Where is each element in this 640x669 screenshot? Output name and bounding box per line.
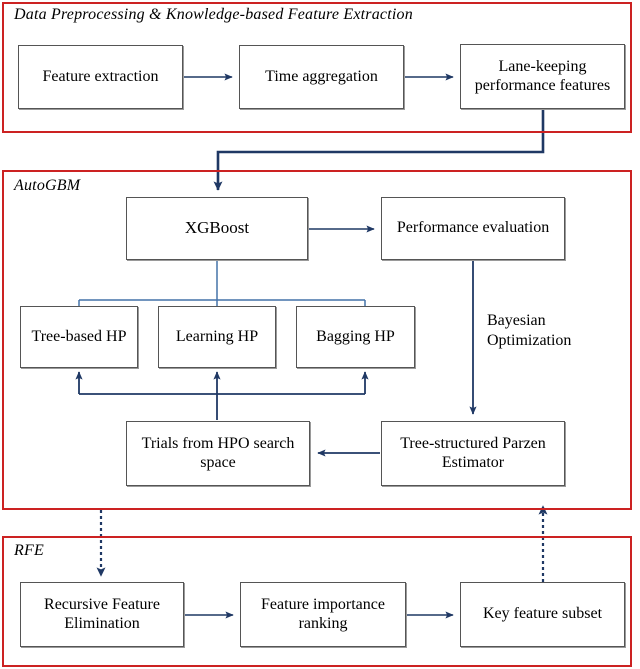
node-label-recursive-feature-elimination: Recursive Feature Elimination: [44, 595, 160, 632]
node-feature-extraction: Feature extraction: [18, 45, 183, 109]
section-title-autogbm: AutoGBM: [14, 177, 81, 194]
node-lane-keeping-performance-features: Lane-keeping performance features: [460, 44, 625, 109]
node-feature-importance-ranking: Feature importance ranking: [240, 582, 406, 647]
edge-label-bayesian-optimization: Bayesian Optimization: [487, 312, 572, 349]
section-title-data-preprocessing: Data Preprocessing & Knowledge-based Fea…: [14, 6, 413, 23]
node-label-feature-extraction: Feature extraction: [42, 67, 159, 85]
node-label-lane-keeping-performance-features: Lane-keeping performance features: [474, 57, 611, 94]
node-label-feature-importance-ranking: Feature importance ranking: [261, 595, 385, 632]
node-trials-from-hpo-search-space: Trials from HPO search space: [126, 421, 310, 486]
node-label-learning-hp: Learning HP: [175, 327, 259, 345]
node-tree-based-hp: Tree-based HP: [20, 306, 138, 368]
node-time-aggregation: Time aggregation: [239, 45, 404, 109]
node-bagging-hp: Bagging HP: [296, 306, 415, 368]
node-label-key-feature-subset: Key feature subset: [482, 605, 603, 623]
section-title-rfe: RFE: [14, 542, 44, 559]
node-performance-evaluation: Performance evaluation: [381, 197, 565, 260]
node-label-tree-based-hp: Tree-based HP: [31, 327, 127, 345]
node-label-performance-evaluation: Performance evaluation: [396, 219, 550, 237]
node-label-bagging-hp: Bagging HP: [316, 327, 395, 345]
node-xgboost: XGBoost: [126, 197, 308, 260]
node-recursive-feature-elimination: Recursive Feature Elimination: [20, 582, 184, 647]
node-tree-structured-parzen-estimator: Tree-structured Parzen Estimator: [381, 421, 565, 486]
node-label-xgboost: XGBoost: [184, 218, 250, 238]
flow-diagram: Data Preprocessing & Knowledge-based Fea…: [0, 0, 640, 669]
node-label-time-aggregation: Time aggregation: [265, 67, 378, 85]
node-label-trials-from-hpo-search-space: Trials from HPO search space: [141, 434, 295, 471]
node-learning-hp: Learning HP: [158, 306, 276, 368]
node-key-feature-subset: Key feature subset: [460, 582, 625, 647]
node-label-tree-structured-parzen-estimator: Tree-structured Parzen Estimator: [400, 434, 546, 471]
